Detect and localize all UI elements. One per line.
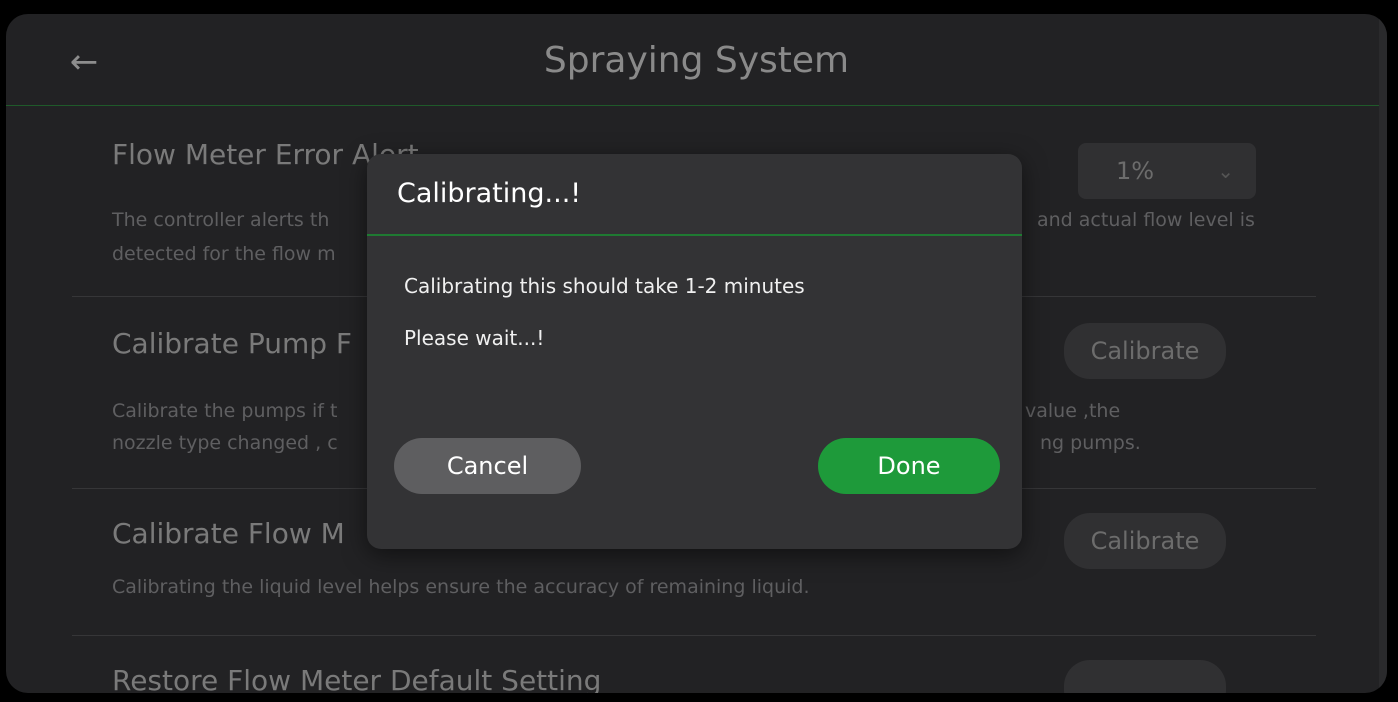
setting-description-line: and actual flow level is (1037, 209, 1255, 231)
setting-description-line: detected for the flow m (112, 243, 336, 265)
setting-title: Restore Flow Meter Default Setting (112, 664, 602, 693)
setting-description-line: value ,the (1025, 400, 1121, 422)
setting-description-line: Calibrate the pumps if t (112, 400, 338, 422)
page-title: Spraying System (543, 40, 850, 81)
dialog-message: Please wait...! (404, 326, 545, 350)
cancel-button[interactable]: Cancel (394, 438, 581, 494)
setting-title: Calibrate Pump F (112, 327, 353, 360)
done-button[interactable]: Done (818, 438, 1000, 494)
setting-title: Calibrate Flow M (112, 517, 345, 550)
select-value: 1% (1116, 157, 1155, 185)
alert-threshold-select[interactable]: 1% ⌄ (1078, 143, 1256, 199)
setting-restore-flow-meter: Restore Flow Meter Default Setting (72, 636, 1316, 693)
header: ← Spraying System (6, 14, 1387, 106)
calibrating-dialog: Calibrating...! Calibrating this should … (367, 154, 1022, 549)
setting-description-line: nozzle type changed , c (112, 432, 338, 454)
dialog-divider (367, 234, 1022, 236)
scrollbar[interactable] (1379, 14, 1387, 693)
chevron-down-icon: ⌄ (1217, 159, 1234, 183)
restore-button[interactable] (1064, 660, 1226, 693)
dialog-title: Calibrating...! (397, 178, 582, 209)
setting-description-line: Calibrating the liquid level helps ensur… (112, 576, 810, 598)
calibrate-pump-button[interactable]: Calibrate (1064, 323, 1226, 379)
dialog-message: Calibrating this should take 1-2 minutes (404, 274, 805, 298)
calibrate-flow-meter-button[interactable]: Calibrate (1064, 513, 1226, 569)
setting-description-line: ng pumps. (1040, 432, 1141, 454)
setting-description-line: The controller alerts th (112, 209, 330, 231)
